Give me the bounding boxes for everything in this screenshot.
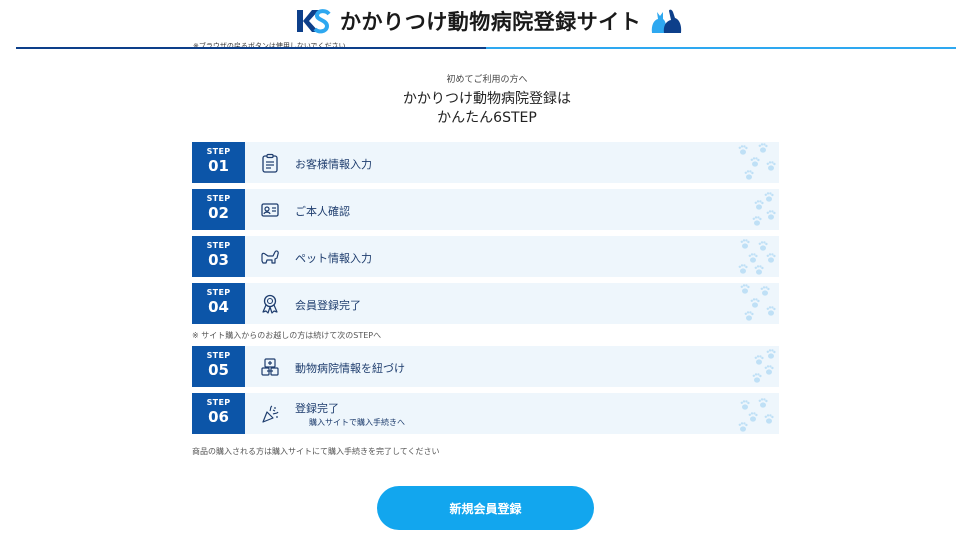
- step-badge: STEP 06: [192, 393, 245, 434]
- paw-prints-decoration: [752, 349, 776, 383]
- purchase-note: 商品の購入される方は購入サイトにて購入手続きを完了してください: [192, 447, 440, 456]
- step-number: 04: [208, 298, 229, 316]
- party-popper-icon: [262, 405, 279, 423]
- dog-cat-icon: [652, 9, 682, 33]
- step-number: 05: [208, 361, 229, 379]
- paw-prints-decoration: [738, 143, 776, 180]
- step-title: 動物病院情報を紐づけ: [295, 362, 405, 375]
- paw-prints-decoration: [738, 239, 776, 275]
- step-number: 03: [208, 251, 229, 269]
- continue-note: ※ サイト購入からのお越しの方は続けて次のSTEPへ: [192, 331, 382, 340]
- step-label: STEP: [206, 147, 231, 156]
- step-number: 06: [208, 408, 229, 426]
- step-05: STEP 05 動物病院情報を紐づけ: [192, 346, 779, 387]
- step-badge: STEP 04: [192, 283, 245, 324]
- site-logo[interactable]: かかりつけ動物病院登録サイト: [296, 6, 683, 36]
- step-06: STEP 06 登録完了 購入サイトで購入手続きへ: [192, 393, 779, 434]
- paw-prints-decoration: [738, 398, 774, 432]
- intro-heading-line2: かんたん6STEP: [437, 110, 537, 126]
- clipboard-icon: [262, 153, 278, 173]
- ks-logo-icon: [297, 9, 331, 34]
- id-card-icon: [261, 203, 279, 217]
- step-subtitle: 購入サイトで購入手続きへ: [309, 418, 405, 427]
- header-divider: [16, 47, 956, 50]
- dog-icon: [261, 250, 279, 264]
- step-title: ご本人確認: [295, 205, 350, 218]
- step-title: 会員登録完了: [295, 299, 361, 312]
- step-badge: STEP 05: [192, 346, 245, 387]
- step-number: 02: [208, 204, 229, 222]
- new-member-register-button[interactable]: 新規会員登録: [377, 486, 594, 530]
- award-ribbon-icon: [262, 294, 278, 314]
- step-label: STEP: [206, 194, 231, 203]
- step-04: STEP 04 会員登録完了: [192, 283, 779, 324]
- intro-caption: 初めてご利用の方へ: [446, 75, 528, 85]
- step-badge: STEP 03: [192, 236, 245, 277]
- step-01: STEP 01 お客様情報入力: [192, 142, 779, 183]
- paw-prints-decoration: [740, 284, 776, 321]
- site-header: かかりつけ動物病院登録サイト ※ブラウザの戻るボタンは使用しないでください: [0, 0, 974, 50]
- step-title: 登録完了: [295, 402, 339, 415]
- step-label: STEP: [206, 241, 231, 250]
- step-badge: STEP 02: [192, 189, 245, 230]
- step-title: ペット情報入力: [295, 252, 372, 265]
- site-title: かかりつけ動物病院登録サイト: [340, 10, 642, 34]
- step-label: STEP: [206, 351, 231, 360]
- intro-heading-line1: かかりつけ動物病院登録は: [402, 91, 572, 107]
- paw-prints-decoration: [752, 192, 776, 226]
- step-02: STEP 02 ご本人確認: [192, 189, 779, 230]
- step-title: お客様情報入力: [295, 158, 372, 171]
- step-badge: STEP 01: [192, 142, 245, 183]
- step-number: 01: [208, 157, 229, 175]
- clinic-link-icon: [261, 358, 279, 376]
- step-label: STEP: [206, 398, 231, 407]
- step-03: STEP 03 ペット情報入力: [192, 236, 779, 277]
- step-label: STEP: [206, 288, 231, 297]
